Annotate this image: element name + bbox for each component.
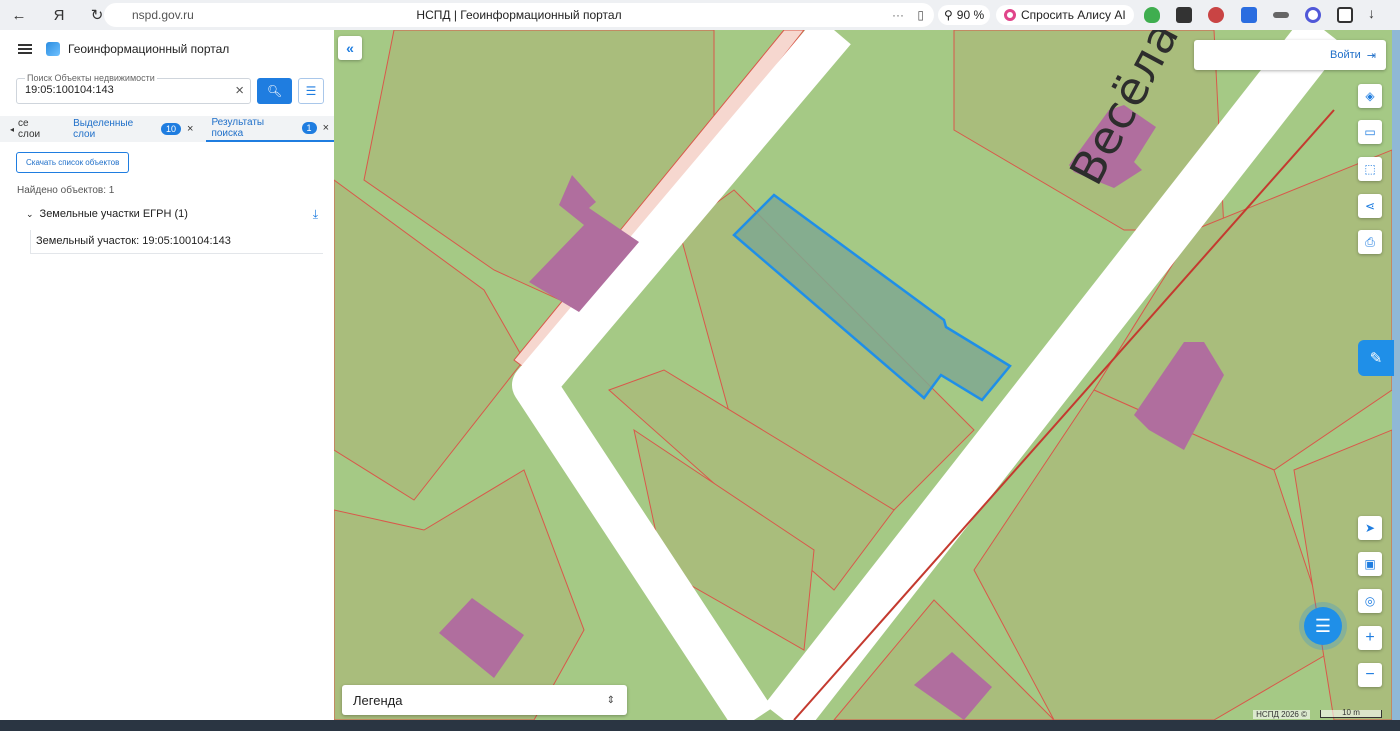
login-label: Войти	[1329, 49, 1361, 61]
filter-button[interactable]: ☰	[298, 78, 324, 104]
search-icon: 🔍︎	[266, 84, 283, 98]
layers-icon: ◈	[1365, 89, 1375, 103]
print-button[interactable]: ⎙	[1358, 230, 1382, 254]
sliders-icon: ☰	[305, 84, 317, 98]
ruler-icon: ▭	[1364, 125, 1376, 139]
zoom-indicator[interactable]: ⚲ 90 %	[938, 5, 991, 25]
bookmark-extension-icon[interactable]	[1241, 7, 1257, 23]
tab-all-layers[interactable]: ◂ се слои	[0, 116, 58, 142]
search-field[interactable]: Поиск Объекты недвижимости ×	[16, 73, 251, 104]
layers-button[interactable]: ◈	[1358, 84, 1382, 108]
parcel[interactable]	[334, 469, 585, 720]
more-icon[interactable]: ···	[892, 8, 904, 22]
address-bar[interactable]: nspd.gov.ru НСПД | Геоинформационный пор…	[104, 3, 934, 27]
target-extension-icon[interactable]	[1305, 7, 1321, 23]
alice-label: Спросить Алису AI	[1021, 8, 1126, 22]
count-badge: 1	[301, 122, 317, 134]
tools-extension-icon[interactable]	[1176, 7, 1192, 23]
tab-label: Выделенные слои	[73, 118, 134, 140]
tab-selected-layers[interactable]: Выделенные слои 10 ×	[68, 116, 198, 142]
feedback-icon: ✎	[1369, 350, 1383, 367]
clear-icon[interactable]: ×	[235, 82, 244, 99]
locate-button[interactable]: ➤	[1358, 516, 1382, 540]
result-item[interactable]: Земельный участок: 19:05:100104:143	[30, 230, 323, 254]
bookmark-icon[interactable]: ▯	[917, 8, 924, 22]
chevron-down-icon[interactable]: ⌄	[26, 209, 34, 220]
found-count: Найдено объектов: 1	[17, 185, 115, 196]
share-button[interactable]: ⋖	[1358, 194, 1382, 218]
legend-label: Легенда	[353, 692, 403, 708]
browser-toolbar: ← Я ↻ nspd.gov.ru НСПД | Геоинформационн…	[0, 0, 1400, 30]
zoom-value: 90 %	[956, 8, 985, 22]
download-icon[interactable]: ⤓	[313, 207, 318, 222]
ruler-button[interactable]: ▭	[1358, 120, 1382, 144]
addon-extension-icon[interactable]	[1208, 7, 1224, 23]
result-group[interactable]: ⌄ Земельные участки ЕГРН (1) ⤓	[26, 207, 318, 222]
map-attribution: НСПД 2026 ©	[1253, 710, 1310, 719]
puzzle-icon[interactable]	[1337, 7, 1353, 23]
navigation-icon: ➤	[1364, 521, 1376, 535]
group-label: Земельные участки ЕГРН (1)	[39, 208, 188, 220]
monitor-extension-icon[interactable]	[1273, 12, 1289, 18]
minus-icon: −	[1365, 666, 1375, 683]
magnifier-icon: ⚲	[944, 8, 953, 22]
area-select-button[interactable]: ⬚	[1358, 157, 1382, 181]
chevron-updown-icon: ⇕	[606, 694, 615, 706]
search-label: Поиск Объекты недвижимости	[25, 73, 157, 83]
minimap-button[interactable]: ▣	[1358, 552, 1382, 576]
compass-button[interactable]: ◎	[1358, 589, 1382, 613]
map-layer	[334, 30, 1392, 720]
taskbar	[0, 720, 1400, 731]
menu-icon[interactable]	[18, 44, 32, 54]
tab-bar: ◂ се слои Выделенные слои 10 × Результат…	[0, 116, 334, 142]
app-title: Геоинформационный портал	[68, 42, 230, 56]
download-icon[interactable]: ↓	[1368, 5, 1384, 21]
zoom-in-button[interactable]: +	[1358, 626, 1382, 650]
plus-icon: +	[1365, 629, 1375, 646]
close-icon[interactable]: ×	[323, 122, 329, 134]
search-button[interactable]: 🔍︎	[257, 78, 292, 104]
sidebar: Геоинформационный портал Поиск Объекты н…	[0, 30, 334, 720]
login-icon: ⇥	[1366, 49, 1376, 62]
login-button[interactable]: Войти ⇥	[1194, 40, 1386, 70]
zoom-out-button[interactable]: −	[1358, 663, 1382, 687]
chevron-left-icon[interactable]: ◂	[10, 125, 14, 134]
close-icon[interactable]: ×	[187, 123, 193, 135]
select-area-icon: ⬚	[1364, 162, 1376, 176]
sidebar-header: Геоинформационный портал	[0, 30, 334, 68]
print-icon: ⎙	[1365, 234, 1375, 249]
legend-dropdown[interactable]: Легенда ⇕	[342, 685, 627, 715]
portal-logo-icon	[46, 42, 60, 56]
target-icon: ◎	[1364, 594, 1376, 608]
map-canvas[interactable]: Весёлая ул « Войти ⇥ ◈ ▭ ⬚ ⋖ ⎙ ➤ ▣ ◎ + −…	[334, 30, 1392, 720]
back-icon[interactable]: ←	[8, 4, 30, 26]
tab-label: се слои	[18, 118, 41, 140]
page-title: НСПД | Геоинформационный портал	[416, 8, 622, 22]
collapse-panel-button[interactable]: «	[338, 36, 362, 60]
chat-icon: ☰	[1314, 615, 1332, 636]
search-input[interactable]	[25, 84, 225, 96]
tab-label: Результаты поиска	[211, 117, 265, 139]
tab-search-results[interactable]: Результаты поиска 1 ×	[206, 116, 334, 142]
chat-button[interactable]: ☰	[1304, 607, 1342, 645]
shield-extension-icon[interactable]	[1144, 7, 1160, 23]
count-badge: 10	[160, 123, 181, 135]
minimap-icon: ▣	[1364, 557, 1376, 571]
share-icon: ⋖	[1364, 199, 1376, 213]
scale-bar: 10 m	[1320, 709, 1382, 718]
yandex-icon[interactable]: Я	[48, 4, 70, 26]
feedback-tab[interactable]: ✎	[1358, 340, 1394, 376]
alice-icon	[1004, 9, 1016, 21]
download-list-button[interactable]: Скачать список объектов	[16, 152, 130, 173]
alice-button[interactable]: Спросить Алису AI	[996, 5, 1134, 25]
